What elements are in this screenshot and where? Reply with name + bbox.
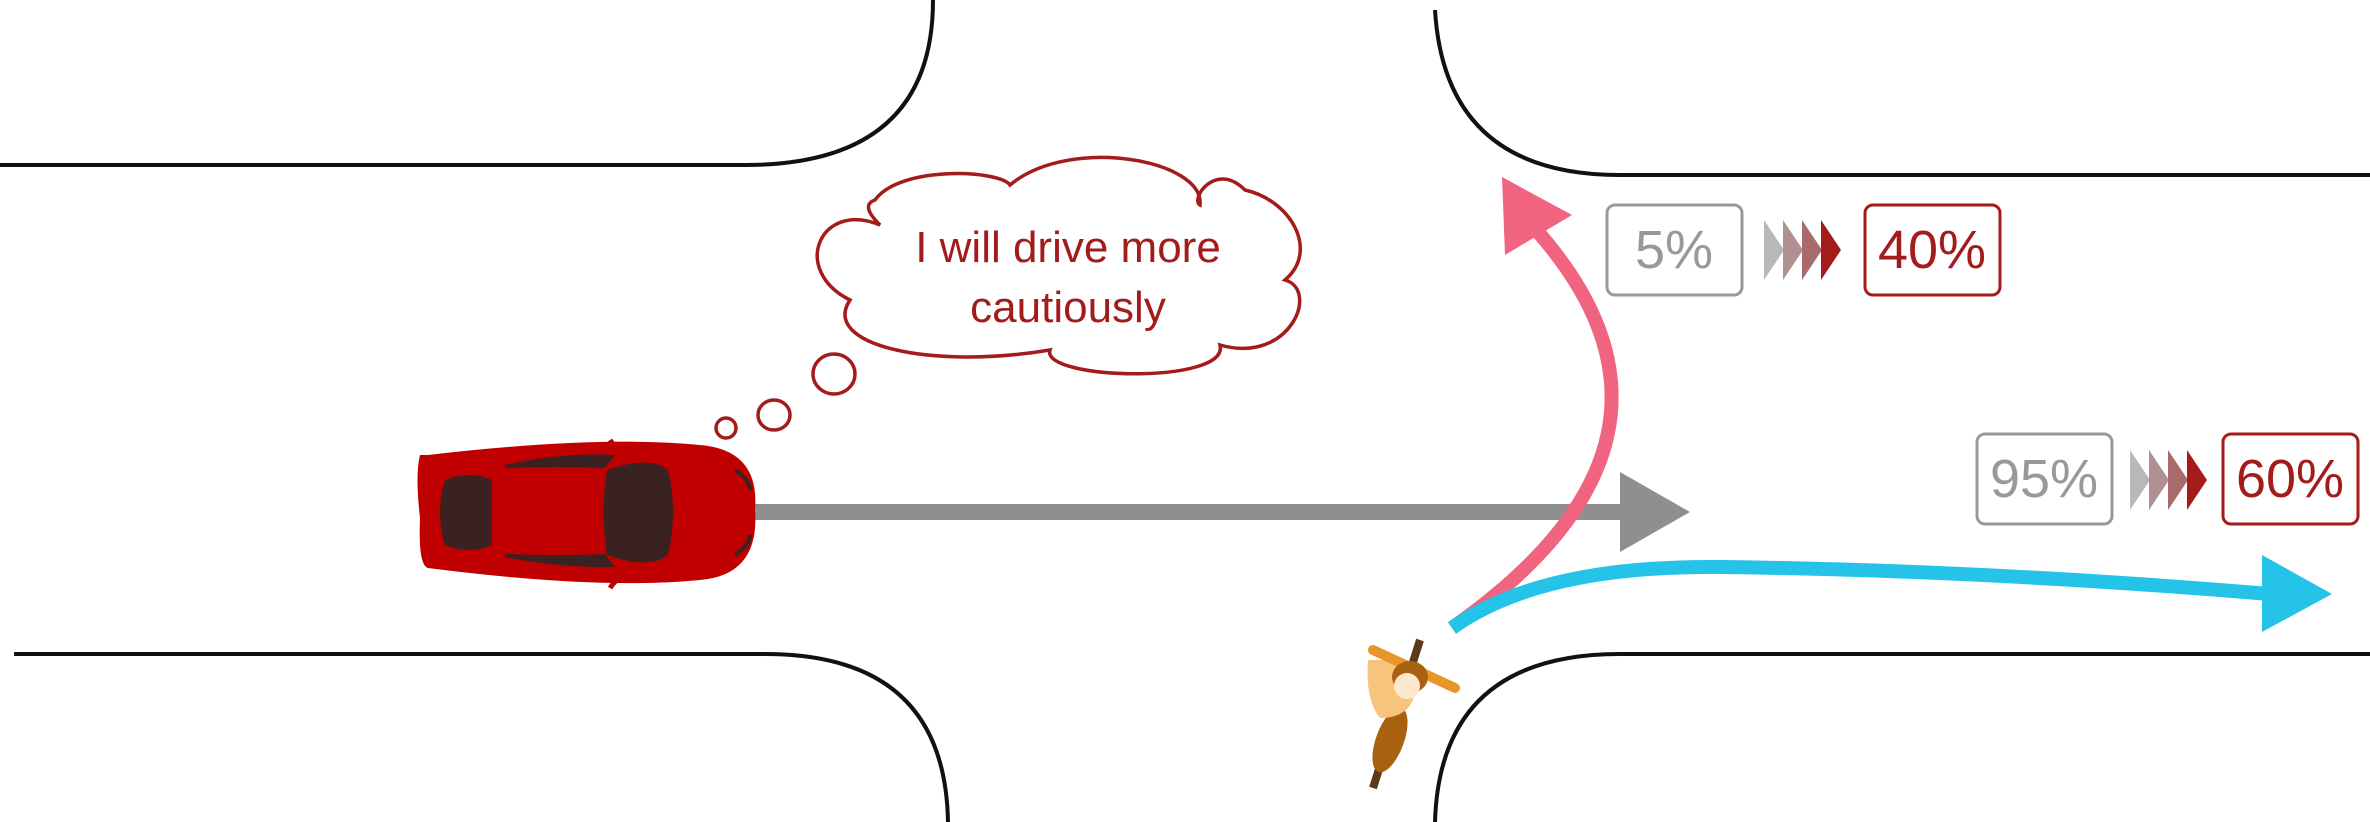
chevrons-go-straight <box>2130 450 2207 510</box>
curb-bottom-right <box>1433 652 2370 822</box>
curb-bottom-left <box>14 652 950 822</box>
car-windshield <box>603 462 673 563</box>
thought-dot-small <box>714 416 738 440</box>
car <box>417 438 756 590</box>
left-turn-path-arrow <box>1447 177 1619 634</box>
road-curbs <box>0 0 2370 822</box>
after-value-go-straight: 60% <box>2236 449 2344 509</box>
curb-top-left <box>0 0 935 167</box>
car-rear-window <box>440 475 492 550</box>
before-value-turn-left: 5% <box>1635 220 1713 280</box>
thought-dot-medium <box>756 398 792 432</box>
before-value-go-straight: 95% <box>1990 449 2098 509</box>
prediction-go-straight: 95% 60% <box>1975 432 2360 526</box>
right-path-arrow <box>1447 555 2332 634</box>
intersection-scene: I will drive more cautiously 5% 40% 95% … <box>0 0 2370 822</box>
thought-dot-large <box>811 352 857 396</box>
prediction-turn-left: 5% 40% <box>1605 203 2002 297</box>
curb-top-right <box>1433 9 2370 177</box>
thought-text-line2: cautiously <box>970 283 1166 332</box>
after-value-turn-left: 40% <box>1878 220 1986 280</box>
chevrons-turn-left <box>1764 220 1841 280</box>
thought-text-line1: I will drive more <box>915 223 1221 272</box>
